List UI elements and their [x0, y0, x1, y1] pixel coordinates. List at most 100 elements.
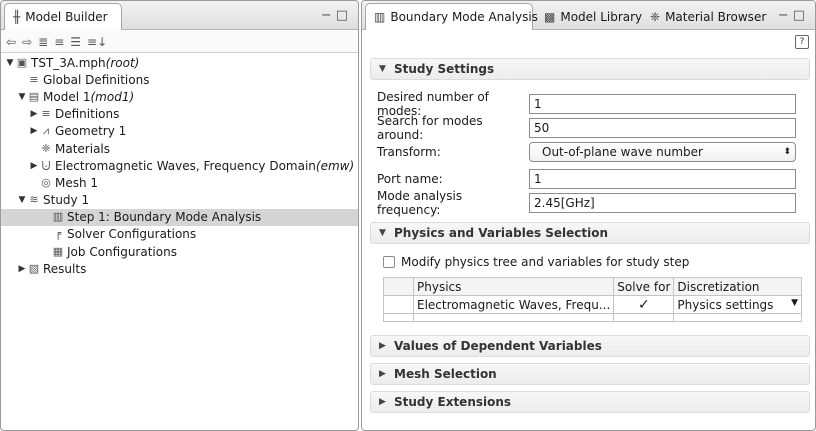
- tree-node-root[interactable]: ▼ ▣ TST_3A.mph (root): [1, 54, 358, 71]
- settings-tabbar: ▥ Boundary Mode Analysis ▩ Model Library…: [362, 1, 815, 30]
- port-name-row: Port name: 1: [377, 169, 796, 189]
- table-header-physics[interactable]: Physics: [412, 277, 615, 296]
- tree-node-solver-configurations[interactable]: ╒ Solver Configurations: [1, 226, 358, 243]
- search-modes-label: Search for modes around:: [377, 114, 483, 142]
- table-cell-blank: [383, 295, 414, 314]
- tree-node-label: Job Configurations: [67, 244, 177, 259]
- discretization-value: Physics settings: [677, 297, 774, 312]
- model-builder-pane: ╫ Model Builder −□ ⇦ ⇨ ≣ ≡ ☰ ≡↓ ▼ ▣ TST_…: [0, 0, 359, 431]
- tree-node-label: Geometry 1: [55, 124, 127, 139]
- tab-model-library[interactable]: ▩ Model Library: [536, 3, 650, 30]
- tree-node-tag: (root): [105, 55, 140, 70]
- collapsed-arrow-icon[interactable]: ▶: [29, 123, 39, 139]
- show-more-icon[interactable]: ☰: [70, 35, 81, 49]
- tree-node-global-definitions[interactable]: ≡ Global Definitions: [1, 71, 358, 88]
- model-builder-tabbar: ╫ Model Builder −□: [1, 1, 358, 30]
- back-arrow-icon[interactable]: ⇦: [6, 35, 16, 49]
- section-title: Study Extensions: [394, 395, 512, 409]
- collapse-all-icon[interactable]: ≣: [38, 35, 48, 49]
- solver-configurations-icon: ╒: [54, 227, 62, 241]
- tree-node-geometry[interactable]: ▶ ⩘ Geometry 1: [1, 123, 358, 140]
- tree-node-label: Mesh 1: [55, 175, 99, 190]
- transform-select[interactable]: Out-of-plane wave number ⬍: [529, 142, 796, 162]
- materials-icon: ❈: [41, 141, 51, 155]
- search-modes-row: Search for modes around: 50: [377, 114, 796, 142]
- tree-node-results[interactable]: ▶ ▧ Results: [1, 260, 358, 277]
- minimize-icon[interactable]: −: [778, 8, 793, 23]
- table-cell-blank: [412, 313, 615, 322]
- tree-node-mesh[interactable]: ◎ Mesh 1: [1, 174, 358, 191]
- port-name-input[interactable]: 1: [529, 169, 796, 189]
- table-header-discretization[interactable]: Discretization: [673, 277, 802, 296]
- tab-boundary-mode-label: Boundary Mode Analysis: [390, 10, 538, 24]
- expanded-arrow-icon[interactable]: ▼: [5, 55, 15, 71]
- physics-variables-header[interactable]: ▼ Physics and Variables Selection: [370, 222, 810, 244]
- tree-node-label: Results: [43, 261, 87, 276]
- window-controls: −□: [321, 8, 352, 23]
- tree-node-label: Materials: [55, 141, 111, 156]
- num-modes-input[interactable]: 1: [529, 94, 796, 114]
- tree-node-study-step[interactable]: ▥ Step 1: Boundary Mode Analysis: [1, 208, 358, 226]
- port-name-label: Port name:: [377, 172, 443, 186]
- table-header-solve-for[interactable]: Solve for: [613, 277, 675, 296]
- select-stepper-icon: ⬍: [783, 147, 791, 157]
- dropdown-arrow-icon: ▼: [791, 297, 798, 308]
- section-title: Physics and Variables Selection: [394, 226, 609, 240]
- tree-node-label: TST_3A.mph: [31, 55, 106, 70]
- physics-table: Physics Solve for Discretization Electro…: [383, 277, 802, 322]
- section-title: Study Settings: [394, 62, 495, 76]
- mesh-selection-section: ▶ Mesh Selection: [370, 363, 810, 385]
- search-modes-input[interactable]: 50: [529, 118, 796, 138]
- dependent-variables-section: ▶ Values of Dependent Variables: [370, 335, 810, 357]
- job-configurations-icon: ▦: [52, 244, 64, 258]
- tree-node-definitions[interactable]: ▶ ≡ Definitions: [1, 106, 358, 123]
- tab-boundary-mode-analysis[interactable]: ▥ Boundary Mode Analysis: [365, 3, 538, 30]
- tree-node-label: Study 1: [43, 193, 90, 208]
- dependent-variables-header[interactable]: ▶ Values of Dependent Variables: [370, 335, 810, 357]
- expanded-arrow-icon: ▼: [379, 228, 386, 238]
- solve-for-checkmark-icon[interactable]: ✓: [613, 295, 675, 314]
- collapsed-arrow-icon[interactable]: ▶: [29, 106, 39, 122]
- collapsed-arrow-icon: ▶: [379, 341, 386, 351]
- modify-physics-checkbox[interactable]: [383, 256, 395, 268]
- forward-arrow-icon[interactable]: ⇨: [22, 35, 32, 49]
- discretization-select[interactable]: Physics settings ▼: [673, 295, 802, 314]
- minimize-icon[interactable]: −: [321, 8, 336, 23]
- maximize-icon[interactable]: □: [336, 8, 352, 23]
- expand-icon[interactable]: ≡: [54, 35, 64, 49]
- window-controls: −□: [778, 8, 809, 23]
- help-icon[interactable]: ?: [795, 35, 809, 49]
- model-tree: ▼ ▣ TST_3A.mph (root) ≡ Global Definitio…: [1, 54, 358, 277]
- maximize-icon[interactable]: □: [793, 8, 809, 23]
- tree-node-job-configurations[interactable]: ▦ Job Configurations: [1, 243, 358, 260]
- collapsed-arrow-icon: ▶: [379, 397, 386, 407]
- tree-node-materials[interactable]: ❈ Materials: [1, 140, 358, 157]
- tab-model-builder[interactable]: ╫ Model Builder: [4, 3, 122, 30]
- table-header-blank: [383, 277, 414, 296]
- tree-node-label: Solver Configurations: [67, 227, 197, 242]
- mesh-selection-header[interactable]: ▶ Mesh Selection: [370, 363, 810, 385]
- expanded-arrow-icon[interactable]: ▼: [17, 192, 27, 208]
- study-extensions-header[interactable]: ▶ Study Extensions: [370, 391, 810, 413]
- tree-node-study[interactable]: ▼ ≋ Study 1: [1, 192, 358, 209]
- study-step-icon: ▥: [52, 210, 64, 224]
- tab-model-builder-label: Model Builder: [25, 10, 108, 24]
- sort-icon[interactable]: ≡↓: [87, 35, 107, 49]
- tab-material-browser[interactable]: ❈ Material Browser: [642, 3, 774, 30]
- table-row[interactable]: Electromagnetic Waves, Frequ... ✓ Physic…: [383, 295, 802, 314]
- collapsed-arrow-icon[interactable]: ▶: [29, 158, 39, 174]
- study-settings-header[interactable]: ▼ Study Settings: [370, 58, 810, 80]
- table-cell-physics[interactable]: Electromagnetic Waves, Frequ...: [412, 295, 615, 314]
- tree-node-emw[interactable]: ▶ ⨃ Electromagnetic Waves, Frequency Dom…: [1, 157, 358, 174]
- mode-frequency-input[interactable]: 2.45[GHz]: [529, 193, 796, 213]
- collapsed-arrow-icon[interactable]: ▶: [17, 261, 27, 277]
- model-library-icon: ▩: [544, 9, 556, 24]
- expanded-arrow-icon[interactable]: ▼: [17, 89, 27, 105]
- table-cell-blank: [383, 313, 414, 322]
- tree-node-label: Global Definitions: [43, 72, 150, 87]
- definitions-icon: ≡: [41, 107, 51, 121]
- tree-node-model[interactable]: ▼ ▤ Model 1 (mod1): [1, 88, 358, 105]
- modify-physics-row[interactable]: Modify physics tree and variables for st…: [383, 252, 689, 272]
- tree-node-tag: (mod1): [90, 89, 135, 104]
- tree-node-tag: (emw): [315, 158, 355, 173]
